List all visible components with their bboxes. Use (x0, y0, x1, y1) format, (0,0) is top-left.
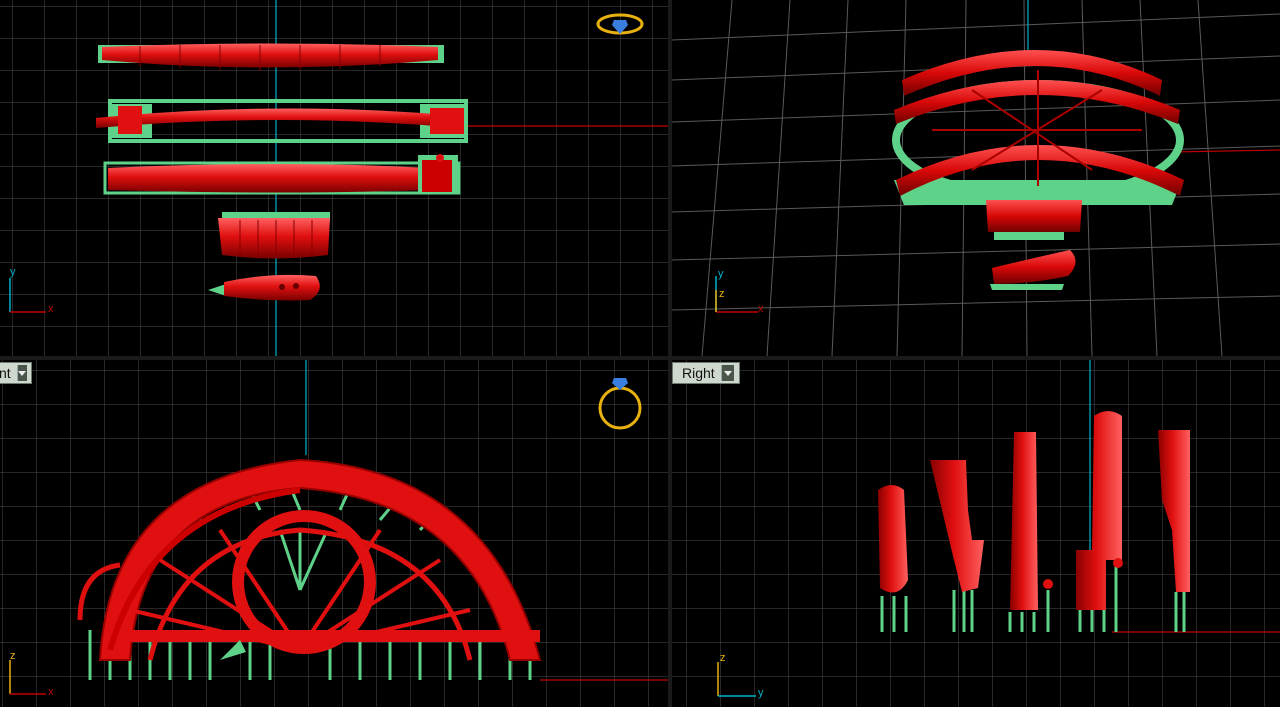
axis-label-a: y (718, 268, 724, 280)
model-bail-perspective (990, 250, 1076, 290)
viewport-perspective[interactable]: y z x (672, 0, 1280, 356)
chevron-down-icon[interactable] (16, 365, 27, 381)
viewport-right-canvas[interactable] (672, 360, 1280, 707)
axis-label-b: z (719, 288, 725, 300)
viewport-right[interactable]: Right z y (672, 360, 1280, 707)
model-assembly-perspective (892, 50, 1184, 290)
viewport-front-canvas[interactable] (0, 360, 668, 707)
axis-label-a: z (720, 652, 726, 664)
axis-label-c: x (758, 303, 764, 315)
viewport-front[interactable]: nt z x (0, 360, 668, 707)
viewport-top[interactable]: y x (0, 0, 668, 356)
viewport-tab-label: Right (682, 365, 715, 381)
viewport-tab-label: nt (0, 365, 11, 381)
viewport-top-canvas[interactable] (0, 0, 668, 356)
chevron-down-icon[interactable] (720, 365, 734, 381)
model-crown-perspective (986, 200, 1082, 240)
axis-label-a: z (10, 650, 16, 662)
viewport-tab-front[interactable]: nt (0, 362, 32, 384)
axis-label-b: y (758, 687, 764, 699)
axis-label-a: y (10, 266, 16, 278)
axis-label-b: x (48, 303, 54, 315)
axis-label-b: x (48, 686, 54, 698)
viewport-tab-right[interactable]: Right (672, 362, 740, 384)
model-part-crown (218, 212, 330, 259)
